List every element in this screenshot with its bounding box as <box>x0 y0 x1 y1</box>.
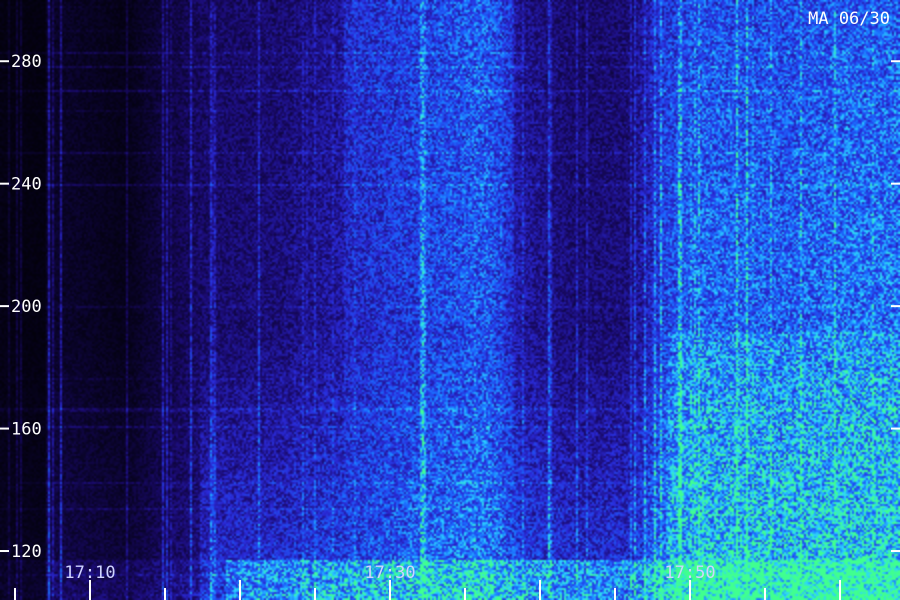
y-tick-label: 240 <box>11 175 42 195</box>
spectrogram-heatmap <box>0 0 900 600</box>
x-tick-label: 17:50 <box>664 563 715 583</box>
spectrogram-chart: 120 160 200 240 280 17:10 17:30 17:50 MA 06/30 <box>0 0 900 600</box>
chart-title: MA 06/30 <box>808 9 890 29</box>
y-tick-label: 200 <box>11 297 42 317</box>
y-tick-label: 120 <box>11 542 42 562</box>
y-tick-label: 280 <box>11 52 42 72</box>
x-tick-label: 17:30 <box>364 563 415 583</box>
y-tick-label: 160 <box>11 420 42 440</box>
x-tick-label: 17:10 <box>64 563 115 583</box>
